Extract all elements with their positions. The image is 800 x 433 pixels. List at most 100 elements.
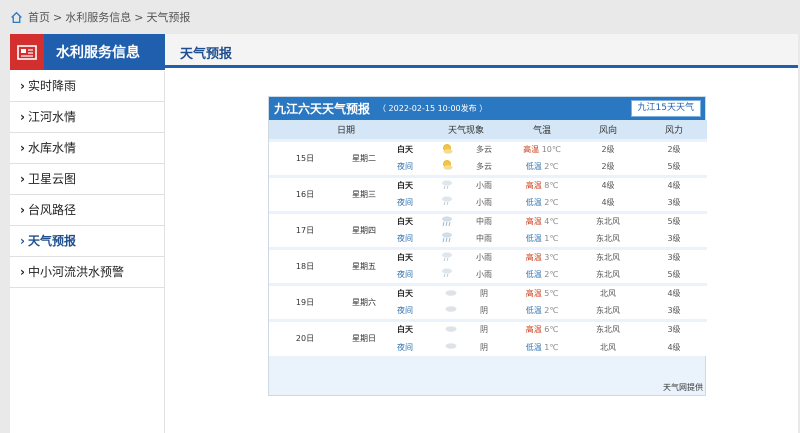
header-date: 日期 <box>269 120 424 141</box>
chevron-right-icon: › <box>20 141 25 155</box>
forecast-published: （ 2022-02-15 10:00发布 ） <box>378 104 488 113</box>
wind-dir-cell: 东北风 <box>575 230 642 248</box>
forecast-table: 日期 天气现象 气温 风向 风力 15日 星期二 白天 多云 高温 10℃ 2级 2级 夜间多… <box>269 120 708 356</box>
period-cell: 白天 <box>387 210 424 230</box>
weather-cell: 小雨 <box>423 174 510 194</box>
provider-credit[interactable]: 天气网提供 <box>663 382 703 393</box>
sidebar-item-5[interactable]: › 天气预报 <box>10 226 164 257</box>
wind-force-cell: 3级 <box>641 230 708 248</box>
wind-dir-cell: 2级 <box>575 158 642 176</box>
breadcrumb-current: 天气预报 <box>146 11 191 24</box>
rain-cloud-icon <box>440 179 454 193</box>
date-cell: 19日 <box>269 282 341 320</box>
sidebar-header: 水利服务信息 <box>10 34 165 70</box>
wind-dir-cell: 东北风 <box>575 302 642 320</box>
wind-dir-cell: 2级 <box>575 138 642 158</box>
table-row: 17日 星期四 白天 中雨 高温 4℃ 东北风 5级 <box>269 210 708 248</box>
sidebar-item-label: 台风路径 <box>27 203 76 217</box>
overcast-icon <box>444 324 458 336</box>
weekday-cell: 星期二 <box>341 138 387 176</box>
sidebar-item-label: 实时降雨 <box>27 79 76 93</box>
wind-dir-cell: 北风 <box>575 338 642 356</box>
weather-cell: 小雨 <box>423 194 510 212</box>
weekday-cell: 星期三 <box>341 174 387 212</box>
sidebar: › 实时降雨 › 江河水情 › 水库水情 › 卫星云图 › 台风路径 › 天气预报 › 中小河流洪水预警 <box>10 71 165 433</box>
table-row: 20日 星期日 白天阴高温 6℃ 东北风 3级 <box>269 318 708 356</box>
period-cell: 白天 <box>387 318 424 338</box>
period-cell: 白天 <box>387 246 424 266</box>
chevron-right-icon: › <box>20 79 25 93</box>
wind-force-cell: 5级 <box>641 210 708 230</box>
weather-cell: 多云 <box>423 138 510 158</box>
temp-cell: 低温 1℃ <box>509 338 576 356</box>
weekday-cell: 星期日 <box>341 318 387 356</box>
period-cell: 白天 <box>387 282 424 302</box>
temp-cell: 高温 3℃ <box>509 246 576 266</box>
temp-cell: 低温 1℃ <box>509 230 576 248</box>
sun-cloud-icon <box>440 159 454 173</box>
weather-cell: 中雨 <box>423 230 510 248</box>
sidebar-item-4[interactable]: › 台风路径 <box>10 195 164 226</box>
period-cell: 夜间 <box>387 302 424 320</box>
wind-force-cell: 5级 <box>641 266 708 284</box>
table-header-row: 日期 天气现象 气温 风向 风力 <box>269 120 708 141</box>
sidebar-item-1[interactable]: › 江河水情 <box>10 102 164 133</box>
sidebar-title: 水利服务信息 <box>56 45 140 61</box>
period-cell: 夜间 <box>387 338 424 356</box>
sidebar-item-label: 卫星云图 <box>27 172 76 186</box>
heavy-rain-icon <box>440 215 454 229</box>
sidebar-item-0[interactable]: › 实时降雨 <box>10 71 164 102</box>
table-row: 15日 星期二 白天 多云 高温 10℃ 2级 2级 <box>269 138 708 176</box>
weekday-cell: 星期五 <box>341 246 387 284</box>
weather-cell: 多云 <box>423 158 510 176</box>
overcast-icon <box>444 341 458 353</box>
15-day-forecast-button[interactable]: 九江15天天气 <box>630 100 701 117</box>
wind-dir-cell: 东北风 <box>575 246 642 266</box>
sidebar-item-2[interactable]: › 水库水情 <box>10 133 164 164</box>
tab-title[interactable]: 天气预报 <box>180 43 232 62</box>
breadcrumb-section-link[interactable]: 水利服务信息 <box>65 9 131 25</box>
period-cell: 夜间 <box>387 266 424 284</box>
temp-cell: 低温 2℃ <box>509 158 576 176</box>
header-wind-force: 风力 <box>641 120 708 141</box>
temp-cell: 高温 8℃ <box>509 174 576 194</box>
date-cell: 18日 <box>269 246 341 284</box>
chevron-right-icon: › <box>20 110 25 124</box>
header-weather: 天气现象 <box>423 120 510 141</box>
wind-force-cell: 4级 <box>641 282 708 302</box>
heavy-rain-icon <box>440 231 454 245</box>
sidebar-item-label: 中小河流洪水预警 <box>27 265 124 279</box>
temp-cell: 高温 6℃ <box>509 318 576 338</box>
weekday-cell: 星期六 <box>341 282 387 320</box>
wind-force-cell: 4级 <box>641 338 708 356</box>
header-temp: 气温 <box>509 120 576 141</box>
table-row: 18日 星期五 白天 小雨 高温 3℃ 东北风 3级 <box>269 246 708 284</box>
weather-cell: 阴 <box>423 282 510 302</box>
page-container: 水利服务信息 天气预报 › 实时降雨 › 江河水情 › 水库水情 › 卫星云图 › 台风路径 › 天气… <box>10 34 798 433</box>
wind-force-cell: 3级 <box>641 302 708 320</box>
date-cell: 17日 <box>269 210 341 248</box>
temp-cell: 低温 2℃ <box>509 302 576 320</box>
weather-cell: 中雨 <box>423 210 510 230</box>
temp-cell: 低温 2℃ <box>509 266 576 284</box>
rain-cloud-icon <box>440 267 454 281</box>
weekday-cell: 星期四 <box>341 210 387 248</box>
period-cell: 夜间 <box>387 158 424 176</box>
sidebar-item-3[interactable]: › 卫星云图 <box>10 164 164 195</box>
breadcrumb: 首页 > 水利服务信息 > 天气预报 <box>10 9 190 25</box>
wind-dir-cell: 4级 <box>575 174 642 194</box>
wind-dir-cell: 东北风 <box>575 210 642 230</box>
forecast-title: 九江六天天气预报 <box>274 102 371 116</box>
chevron-right-icon: › <box>20 203 25 217</box>
period-cell: 夜间 <box>387 230 424 248</box>
breadcrumb-home-link[interactable]: 首页 <box>28 9 50 25</box>
chevron-right-icon: › <box>20 265 25 279</box>
weather-cell: 阴 <box>423 302 510 320</box>
weather-cell: 小雨 <box>423 246 510 266</box>
sidebar-item-6[interactable]: › 中小河流洪水预警 <box>10 257 164 288</box>
wind-force-cell: 4级 <box>641 174 708 194</box>
temp-cell: 高温 5℃ <box>509 282 576 302</box>
home-icon[interactable] <box>10 11 23 24</box>
weather-cell: 小雨 <box>423 266 510 284</box>
wind-dir-cell: 4级 <box>575 194 642 212</box>
